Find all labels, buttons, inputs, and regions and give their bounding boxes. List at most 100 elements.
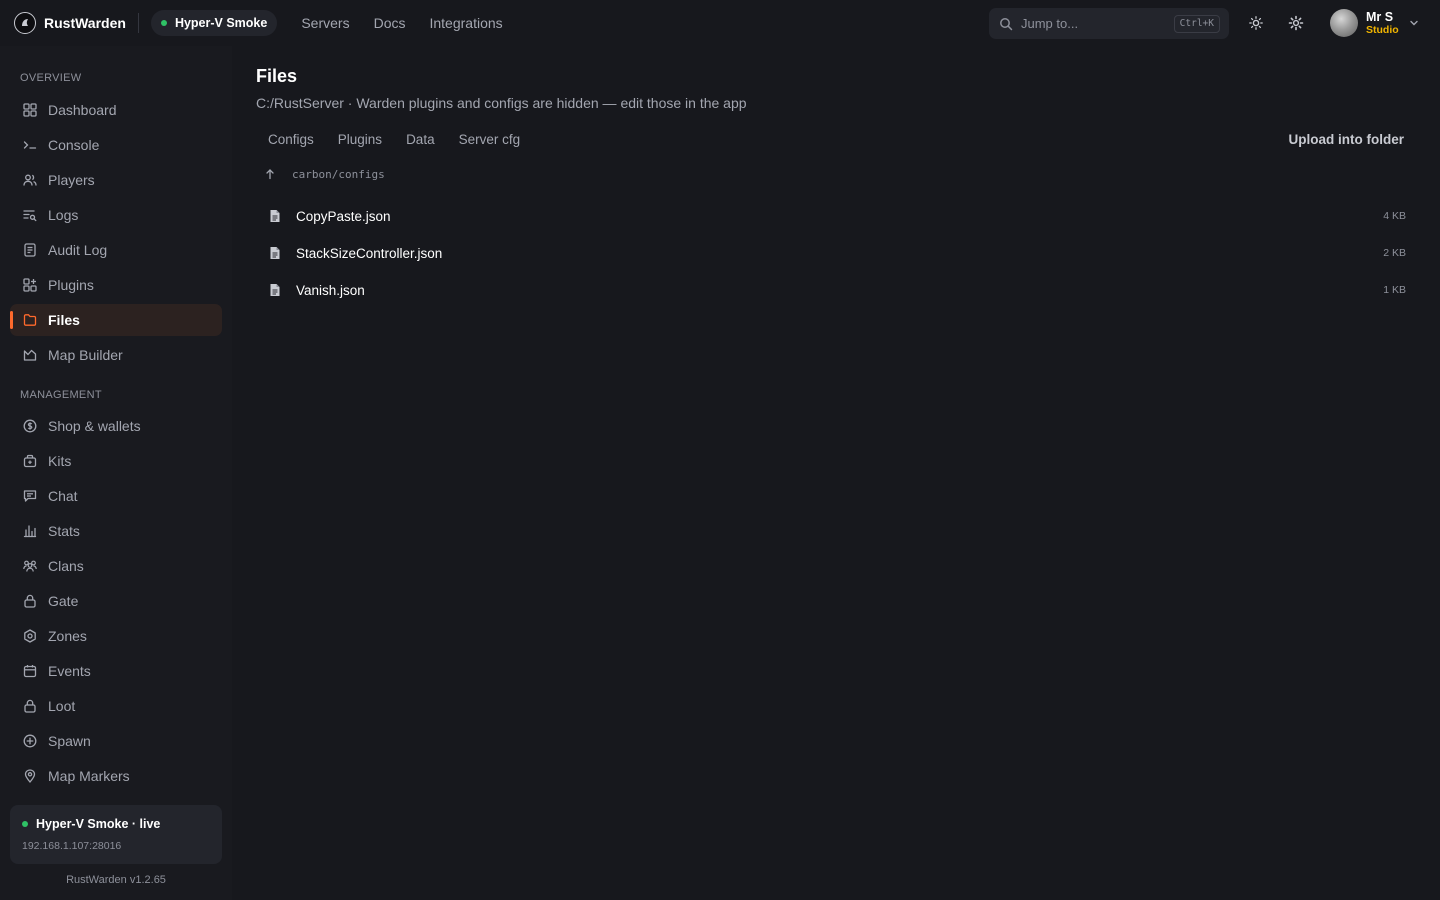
sun-icon <box>1249 16 1263 30</box>
sidebar: OVERVIEW Dashboard Console Players Logs … <box>0 46 232 900</box>
sidebar-item-stats[interactable]: Stats <box>10 515 222 547</box>
sidebar-item-label: Shop & wallets <box>48 418 141 434</box>
audit-icon <box>22 242 38 258</box>
file-name: Vanish.json <box>296 282 365 298</box>
user-name: Mr S <box>1366 9 1394 24</box>
chevron-down-icon <box>1409 20 1418 26</box>
brand-logo-icon <box>14 12 36 34</box>
sidebar-item-dashboard[interactable]: Dashboard <box>10 94 222 126</box>
tab-plugins[interactable]: Plugins <box>326 126 394 154</box>
upload-into-folder-button[interactable]: Upload into folder <box>1289 126 1405 154</box>
search-icon <box>1000 17 1013 30</box>
sidebar-item-chat[interactable]: Chat <box>10 480 222 512</box>
sidebar-item-shop[interactable]: Shop & wallets <box>10 410 222 442</box>
sidebar-item-label: Events <box>48 663 91 679</box>
server-selector[interactable]: Hyper-V Smoke <box>150 10 278 36</box>
clans-icon <box>22 558 38 574</box>
live-status-dot <box>22 821 28 827</box>
sidebar-item-gate[interactable]: Gate <box>10 585 222 617</box>
lock-icon <box>22 698 38 714</box>
live-status-dot <box>160 20 167 26</box>
plus-circle-icon <box>22 733 38 749</box>
sidebar-item-logs[interactable]: Logs <box>10 199 222 231</box>
tab-server-cfg[interactable]: Server cfg <box>447 126 533 154</box>
brand[interactable]: RustWarden <box>14 0 126 46</box>
sidebar-item-label: Map Markers <box>48 768 130 784</box>
app-version: RustWarden v1.2.65 <box>66 874 166 886</box>
user-menu[interactable]: Mr S Studio <box>1330 8 1419 38</box>
list-item[interactable]: StackSizeController.json 2 KB <box>256 236 1416 270</box>
logs-icon <box>22 207 38 223</box>
file-name: StackSizeController.json <box>296 245 443 261</box>
sidebar-item-kits[interactable]: Kits <box>10 445 222 477</box>
arrow-up-icon[interactable] <box>264 168 276 180</box>
zones-icon <box>22 628 38 644</box>
tab-data[interactable]: Data <box>394 126 447 154</box>
list-item[interactable]: Vanish.json 1 KB <box>256 273 1416 307</box>
calendar-icon <box>22 663 38 679</box>
theme-light-button[interactable] <box>1246 13 1266 33</box>
search-input[interactable] <box>1021 16 1161 31</box>
top-nav: Servers Docs Integrations <box>289 0 514 46</box>
server-address: 192.168.1.107:28016 <box>22 840 122 852</box>
nav-servers[interactable]: Servers <box>289 0 361 46</box>
file-size: 1 KB <box>1383 284 1406 296</box>
sidebar-item-console[interactable]: Console <box>10 129 222 161</box>
sidebar-item-plugins[interactable]: Plugins <box>10 269 222 301</box>
folder-icon <box>22 312 38 328</box>
sidebar-item-loot[interactable]: Loot <box>10 690 222 722</box>
plugins-icon <box>22 277 38 293</box>
sidebar-item-map-markers[interactable]: Map Markers <box>10 760 222 792</box>
sidebar-item-files[interactable]: Files <box>10 304 222 336</box>
tab-configs[interactable]: Configs <box>256 126 326 154</box>
pin-icon <box>22 768 38 784</box>
chat-icon <box>22 488 38 504</box>
gear-icon <box>1288 15 1304 31</box>
server-status-card[interactable]: Hyper-V Smoke · live 192.168.1.107:28016 <box>10 805 222 864</box>
sidebar-item-label: Plugins <box>48 277 94 293</box>
users-icon <box>22 172 38 188</box>
sidebar-item-label: Clans <box>48 558 84 574</box>
file-icon <box>270 210 280 222</box>
coin-icon <box>22 418 38 434</box>
sidebar-item-label: Kits <box>48 453 72 469</box>
server-status-title: Hyper-V Smoke · live <box>36 817 161 831</box>
sidebar-item-label: Zones <box>48 628 87 644</box>
file-size: 4 KB <box>1383 210 1406 222</box>
server-selector-label: Hyper-V Smoke <box>174 16 268 30</box>
sidebar-item-zones[interactable]: Zones <box>10 620 222 652</box>
brand-name: RustWarden <box>44 15 126 31</box>
breadcrumb: carbon/configs <box>264 165 385 183</box>
dashboard-icon <box>22 102 38 118</box>
divider <box>137 13 139 33</box>
sidebar-item-label: Console <box>48 137 100 153</box>
sidebar-item-events[interactable]: Events <box>10 655 222 687</box>
kit-icon <box>22 453 38 469</box>
file-icon <box>270 247 280 259</box>
nav-docs[interactable]: Docs <box>362 0 418 46</box>
stats-icon <box>22 523 38 539</box>
current-path: carbon/configs <box>292 167 385 181</box>
shortcut-hint: Ctrl+K <box>1173 15 1220 33</box>
file-tabs: Configs Plugins Data Server cfg <box>256 126 532 154</box>
sidebar-item-map-builder[interactable]: Map Builder <box>10 339 222 371</box>
file-size: 2 KB <box>1383 247 1406 259</box>
sidebar-item-players[interactable]: Players <box>10 164 222 196</box>
file-name: CopyPaste.json <box>296 208 391 224</box>
sidebar-item-label: Gate <box>48 593 79 609</box>
section-label-management: MANAGEMENT <box>20 389 102 401</box>
map-icon <box>22 347 38 363</box>
sidebar-item-label: Loot <box>48 698 76 714</box>
sidebar-item-spawn[interactable]: Spawn <box>10 725 222 757</box>
user-plan-badge: Studio <box>1366 23 1399 36</box>
jump-search[interactable]: Ctrl+K <box>989 8 1229 39</box>
sidebar-item-label: Audit Log <box>48 242 108 258</box>
nav-integrations[interactable]: Integrations <box>417 0 514 46</box>
terminal-icon <box>22 137 38 153</box>
active-indicator <box>10 311 13 329</box>
settings-button[interactable] <box>1286 13 1306 33</box>
list-item[interactable]: CopyPaste.json 4 KB <box>256 199 1416 233</box>
sidebar-item-clans[interactable]: Clans <box>10 550 222 582</box>
page-title: Files <box>256 66 298 86</box>
sidebar-item-audit-log[interactable]: Audit Log <box>10 234 222 266</box>
